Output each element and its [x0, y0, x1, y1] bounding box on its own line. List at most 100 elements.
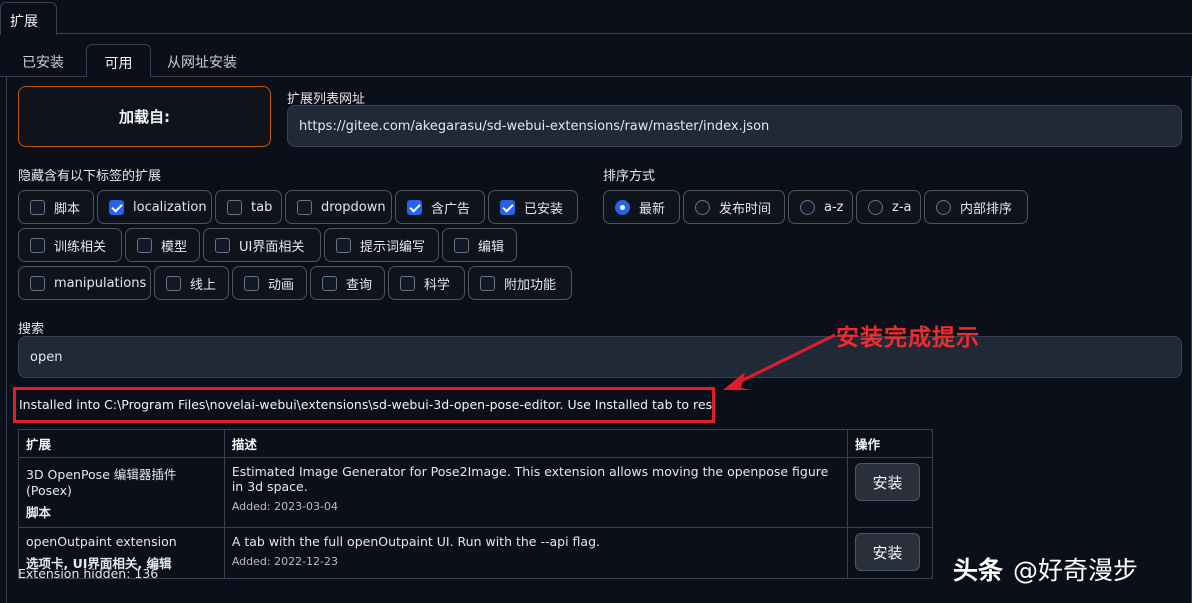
radio-icon — [800, 199, 815, 215]
checkbox-icon — [227, 199, 242, 215]
tag-checkbox-editing[interactable]: 编辑 — [442, 228, 517, 262]
hide-tags-label: 隐藏含有以下标签的扩展 — [18, 169, 162, 184]
checkbox-icon — [297, 199, 312, 215]
tag-checkbox-models[interactable]: 模型 — [125, 228, 200, 262]
tag-label: UI界面相关 — [239, 239, 305, 255]
radio-icon — [868, 199, 883, 215]
extension-description: A tab with the full openOutpaint UI. Run… — [231, 534, 600, 549]
tag-checkbox-science[interactable]: 科学 — [388, 266, 465, 300]
added-date: Added: 2022-12-23 — [231, 555, 339, 568]
sort-option-label: 最新 — [639, 201, 666, 217]
description-cell: A tab with the full openOutpaint UI. Run… — [223, 527, 849, 579]
checkbox-icon — [400, 275, 415, 291]
install-complete-annotation: 安装完成提示 — [836, 325, 980, 351]
tag-label: 线上 — [190, 277, 217, 293]
radio-icon — [936, 199, 951, 215]
checkbox-checked-icon — [109, 199, 124, 215]
column-header-description: 描述 — [223, 429, 849, 458]
tag-label: manipulations — [54, 275, 147, 291]
column-header-action: 操作 — [847, 429, 933, 458]
annotation-arrow-icon — [723, 333, 836, 390]
tag-checkbox-extras[interactable]: 附加功能 — [468, 266, 572, 300]
tag-checkbox-localization[interactable]: localization — [97, 190, 212, 224]
tag-checkbox-tab[interactable]: tab — [215, 190, 282, 224]
sort-radio-a-z[interactable]: a-z — [788, 190, 853, 224]
sort-radio-newest[interactable]: 最新 — [603, 190, 680, 224]
checkbox-icon — [137, 237, 152, 253]
column-header-extension: 扩展 — [18, 429, 225, 458]
tag-checkbox-training[interactable]: 训练相关 — [18, 228, 122, 262]
install-button[interactable]: 安装 — [855, 463, 920, 501]
tag-label: 已安装 — [524, 201, 564, 217]
checkbox-icon — [244, 275, 259, 291]
sort-label: 排序方式 — [603, 169, 656, 184]
tag-checkbox-animation[interactable]: 动画 — [232, 266, 307, 300]
sort-radio-internal[interactable]: 内部排序 — [924, 190, 1028, 224]
table-row: 3D OpenPose 编辑器插件(Posex) 脚本 Estimated Im… — [18, 457, 933, 528]
checkbox-icon — [215, 237, 230, 253]
top-tab-bar — [0, 0, 1192, 34]
watermark: 头条 @好奇漫步 — [953, 551, 1138, 587]
checkbox-checked-icon — [407, 199, 422, 215]
extension-name[interactable]: openOutpaint extension — [26, 534, 177, 549]
checkbox-checked-icon — [500, 199, 515, 215]
action-cell: 安装 — [847, 457, 933, 528]
tag-label: 脚本 — [54, 201, 81, 217]
sort-radio-date[interactable]: 发布时间 — [683, 190, 785, 224]
checkbox-icon — [30, 275, 45, 291]
tag-label: dropdown — [321, 199, 386, 215]
install-status-message: Installed into C:\Program Files\novelai-… — [13, 387, 715, 423]
install-button[interactable]: 安装 — [855, 533, 920, 571]
extensions-table: 扩展 描述 操作 3D OpenPose 编辑器插件(Posex) 脚本 Est… — [18, 429, 933, 579]
tag-checkbox-manipulations[interactable]: manipulations — [18, 266, 151, 300]
extension-list-url-input[interactable]: https://gitee.com/akegarasu/sd-webui-ext… — [287, 105, 1182, 147]
tag-label: 含广告 — [431, 201, 471, 217]
search-input[interactable]: open — [18, 336, 1182, 378]
checkbox-icon — [454, 237, 469, 253]
radio-icon — [695, 199, 710, 215]
checkbox-icon — [166, 275, 181, 291]
radio-selected-icon — [615, 199, 630, 215]
tab-install-from-url[interactable]: 从网址安装 — [167, 44, 267, 77]
tab-available[interactable]: 可用 — [86, 44, 151, 77]
tag-label: 科学 — [424, 277, 451, 293]
tag-label: tab — [251, 199, 273, 215]
sort-radio-z-a[interactable]: z-a — [856, 190, 921, 224]
tab-installed[interactable]: 已安装 — [22, 44, 82, 77]
sort-option-label: 内部排序 — [960, 201, 1013, 217]
search-label: 搜索 — [18, 322, 45, 337]
tag-checkbox-query[interactable]: 查询 — [310, 266, 385, 300]
description-cell: Estimated Image Generator for Pose2Image… — [223, 457, 849, 528]
tag-label: 查询 — [346, 277, 373, 293]
tag-label: 训练相关 — [54, 239, 107, 255]
extension-tags: 脚本 — [26, 505, 52, 520]
extension-cell: 3D OpenPose 编辑器插件(Posex) 脚本 — [18, 457, 225, 528]
tag-label: 编辑 — [478, 239, 505, 255]
tag-checkbox-installed[interactable]: 已安装 — [488, 190, 578, 224]
table-header-row: 扩展 描述 操作 — [18, 429, 933, 458]
added-date: Added: 2023-03-04 — [231, 500, 339, 513]
tag-checkbox-ads[interactable]: 含广告 — [395, 190, 485, 224]
load-from-button[interactable]: 加载自: — [18, 86, 271, 147]
tag-label: 动画 — [268, 277, 295, 293]
tag-checkbox-online[interactable]: 线上 — [154, 266, 229, 300]
checkbox-icon — [30, 199, 45, 215]
tag-checkbox-ui[interactable]: UI界面相关 — [203, 228, 321, 262]
tag-label: 模型 — [161, 239, 188, 255]
checkbox-icon — [336, 237, 351, 253]
watermark-brand: 头条 — [953, 556, 1004, 585]
tag-checkbox-dropdown[interactable]: dropdown — [285, 190, 392, 224]
sort-option-label: 发布时间 — [719, 201, 772, 217]
extension-description: Estimated Image Generator for Pose2Image… — [231, 464, 829, 494]
watermark-handle: @好奇漫步 — [1013, 556, 1139, 585]
tab-extensions[interactable]: 扩展 — [0, 2, 57, 35]
extension-name[interactable]: 3D OpenPose 编辑器插件(Posex) — [26, 467, 176, 498]
tag-checkbox-script[interactable]: 脚本 — [18, 190, 94, 224]
tag-label: 提示词编写 — [360, 239, 426, 255]
action-cell: 安装 — [847, 527, 933, 579]
sort-option-label: z-a — [892, 199, 912, 215]
sort-option-label: a-z — [824, 199, 844, 215]
tag-label: localization — [133, 199, 207, 215]
extension-hidden-count: Extension hidden: 136 — [18, 566, 159, 581]
tag-checkbox-prompting[interactable]: 提示词编写 — [324, 228, 439, 262]
